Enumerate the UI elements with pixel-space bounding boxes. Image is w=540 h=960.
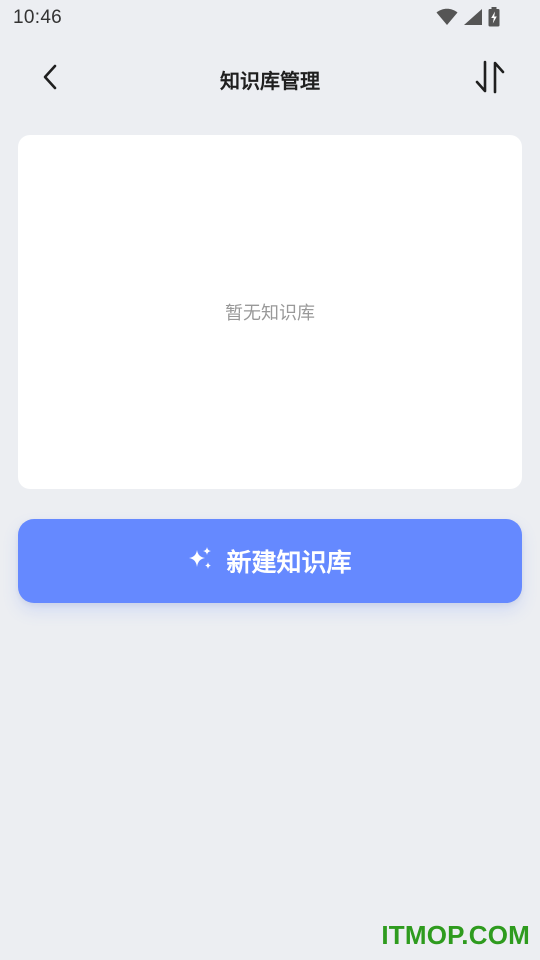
sort-arrows-icon [474, 60, 506, 98]
sort-button[interactable] [468, 58, 512, 100]
nav-bar: 知识库管理 [0, 50, 540, 108]
sparkle-icon [188, 546, 214, 576]
create-knowledge-base-button[interactable]: 新建知识库 [18, 519, 522, 603]
status-time: 10:46 [13, 7, 63, 28]
page-title: 知识库管理 [220, 69, 320, 93]
battery-charging-icon [488, 7, 500, 27]
wifi-icon [436, 8, 458, 26]
signal-icon [463, 8, 483, 26]
knowledge-list-card: 暂无知识库 [18, 135, 522, 489]
empty-state-text: 暂无知识库 [225, 303, 315, 324]
create-button-label: 新建知识库 [226, 548, 352, 577]
status-icons [436, 7, 500, 27]
status-bar: 10:46 [0, 0, 540, 36]
watermark-text: ITMOP.COM [381, 920, 530, 950]
